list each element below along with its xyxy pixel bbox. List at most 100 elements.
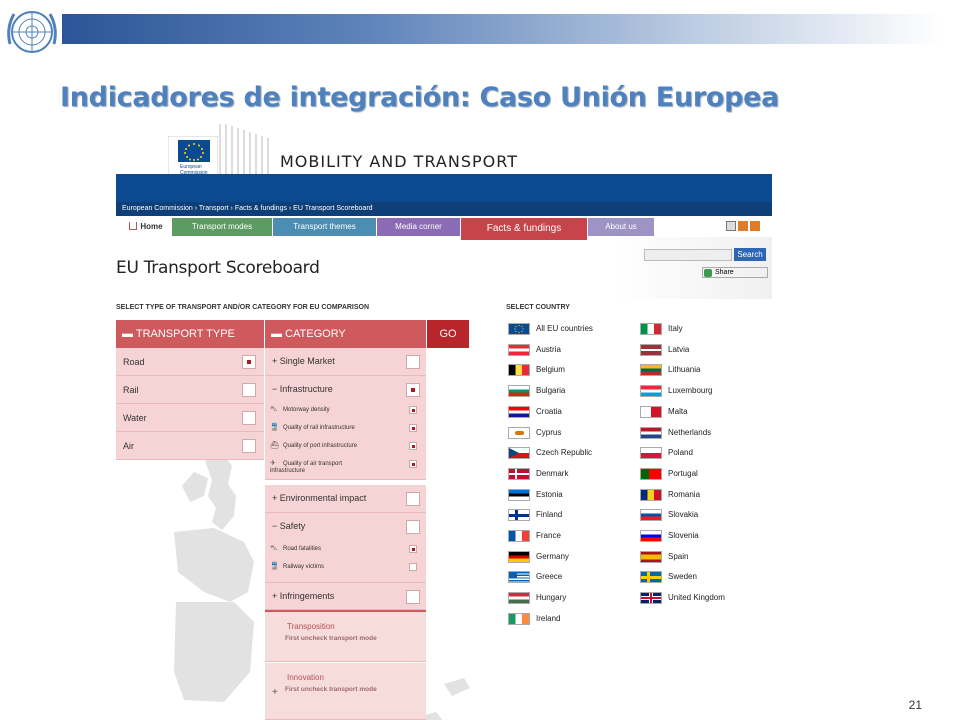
flag-icon: [508, 364, 530, 377]
go-button[interactable]: GO: [427, 320, 469, 348]
flag-icon: [508, 509, 530, 522]
search-input[interactable]: [644, 249, 732, 261]
text-size-small-icon[interactable]: [738, 221, 748, 231]
home-icon: [129, 222, 138, 230]
tab-about-us[interactable]: About us: [588, 218, 654, 236]
infrastructure-checkbox[interactable]: [406, 383, 420, 397]
country-name: Belgium: [536, 365, 565, 375]
environmental-checkbox[interactable]: [406, 492, 420, 506]
main-nav: Home Transport modes Transport themes Me…: [116, 216, 772, 240]
subcategory-railway-victims[interactable]: 🚆 Railway victims: [270, 563, 390, 571]
search-button[interactable]: Search: [734, 248, 766, 261]
country-name: Croatia: [536, 406, 562, 416]
car-icon: ⛍: [270, 545, 278, 552]
category-infrastructure[interactable]: − Infrastructure ⛍ Motorway density 🚆 Qual…: [265, 376, 426, 480]
air-checkbox[interactable]: [242, 439, 256, 453]
train-icon: 🚆: [270, 424, 279, 431]
subcategory-label: Railway victims: [283, 564, 325, 570]
ship-icon: ⛴: [270, 442, 279, 449]
site-header: European Commission MOBILITY AND TRANSPO…: [116, 122, 772, 177]
subcategory-motorway-density[interactable]: ⛍ Motorway density: [270, 406, 390, 414]
flag-icon: [640, 364, 662, 377]
air-quality-checkbox[interactable]: [409, 460, 417, 468]
country-name: Poland: [668, 448, 693, 458]
disabled-note: First uncheck transport mode: [285, 686, 377, 693]
country-name: Malta: [668, 406, 688, 416]
transport-label: Air: [123, 441, 134, 451]
water-checkbox[interactable]: [242, 411, 256, 425]
breadcrumb[interactable]: European Commission › Transport › Facts …: [116, 202, 772, 216]
category-label: + Environmental impact: [272, 493, 367, 503]
transport-label: Rail: [123, 385, 139, 395]
country-name: All EU countries: [536, 324, 593, 333]
transport-row-air[interactable]: Air: [116, 432, 264, 460]
category-infringements[interactable]: + Infringements: [265, 583, 426, 610]
single-market-checkbox[interactable]: [406, 355, 420, 369]
road-checkbox[interactable]: [242, 355, 256, 369]
country-name: Sweden: [668, 572, 697, 582]
flag-icon: [640, 426, 662, 439]
category-header[interactable]: ▬ CATEGORY: [265, 320, 426, 348]
page-title: EU Transport Scoreboard: [116, 258, 320, 278]
transport-row-rail[interactable]: Rail: [116, 376, 264, 404]
disabled-note: First uncheck transport mode: [285, 635, 377, 642]
transport-type-header[interactable]: ▬ TRANSPORT TYPE: [116, 320, 264, 348]
road-fatalities-checkbox[interactable]: [409, 545, 417, 553]
tab-transport-modes[interactable]: Transport modes: [172, 218, 272, 236]
flag-icon: [508, 612, 530, 625]
flag-icon: [640, 385, 662, 398]
flag-icon: [640, 467, 662, 480]
rail-checkbox[interactable]: [242, 383, 256, 397]
flag-icon: [508, 405, 530, 418]
subcategory-road-fatalities[interactable]: ⛍ Road fatalities: [270, 545, 390, 553]
country-name: Luxembourg: [668, 386, 713, 396]
print-icon[interactable]: [726, 221, 736, 231]
subcategory-rail-quality[interactable]: 🚆 Quality of rail infrastructure: [270, 424, 390, 432]
flag-icon: [508, 447, 530, 460]
country-name: Hungary: [536, 593, 567, 603]
tab-home-label: Home: [140, 222, 163, 231]
infringements-checkbox[interactable]: [406, 590, 420, 604]
country-name: Portugal: [668, 468, 698, 478]
flag-icon: [640, 530, 662, 542]
tab-media-corner[interactable]: Media corner: [377, 218, 460, 236]
tab-facts-fundings[interactable]: Facts & fundings: [461, 218, 587, 240]
motorway-density-checkbox[interactable]: [409, 406, 417, 414]
safety-checkbox[interactable]: [406, 520, 420, 534]
select-country-label: SELECT COUNTRY: [506, 304, 570, 311]
country-name: Latvia: [668, 344, 690, 354]
category-transposition: Transposition First uncheck transport mo…: [265, 612, 426, 662]
share-button[interactable]: Share: [702, 267, 768, 278]
country-name: France: [536, 531, 561, 540]
subcategory-port-quality[interactable]: ⛴ Quality of port infrastructure: [270, 442, 390, 450]
flag-icon: [640, 447, 662, 460]
subcategory-label: Quality of rail infrastructure: [283, 425, 355, 431]
blue-header-bar: [116, 174, 772, 202]
flag-icon: [508, 530, 530, 542]
select-type-label: SELECT TYPE OF TRANSPORT AND/OR CATEGORY…: [116, 304, 370, 311]
flag-icon: [508, 550, 530, 563]
transport-row-road[interactable]: Road: [116, 348, 264, 376]
category-environmental-impact[interactable]: + Environmental impact: [265, 485, 426, 513]
tab-transport-themes[interactable]: Transport themes: [273, 218, 376, 236]
flag-icon: [640, 405, 662, 418]
flag-icon: [640, 488, 662, 501]
rail-quality-checkbox[interactable]: [409, 424, 417, 432]
railway-victims-checkbox[interactable]: [409, 563, 417, 571]
flag-icon: [508, 323, 530, 335]
port-quality-checkbox[interactable]: [409, 442, 417, 450]
transport-label: Water: [123, 413, 147, 423]
category-safety[interactable]: − Safety ⛍ Road fatalities 🚆 Railway victi…: [265, 513, 426, 583]
country-name: Lithuania: [668, 365, 701, 375]
berlaymont-building-icon: [219, 124, 269, 176]
category-single-market[interactable]: + Single Market: [265, 348, 426, 376]
country-name: Germany: [536, 551, 569, 561]
site-title: MOBILITY AND TRANSPORT: [280, 152, 518, 171]
transport-row-water[interactable]: Water: [116, 404, 264, 432]
category-innovation: Innovation + First uncheck transport mod…: [265, 663, 426, 720]
tab-home[interactable]: Home: [120, 218, 172, 236]
subcategory-air-quality[interactable]: ✈ Quality of air transport infrastructure: [270, 460, 368, 475]
category-label: Transposition: [287, 622, 335, 631]
text-size-large-icon[interactable]: [750, 221, 760, 231]
flag-icon: [508, 426, 530, 439]
